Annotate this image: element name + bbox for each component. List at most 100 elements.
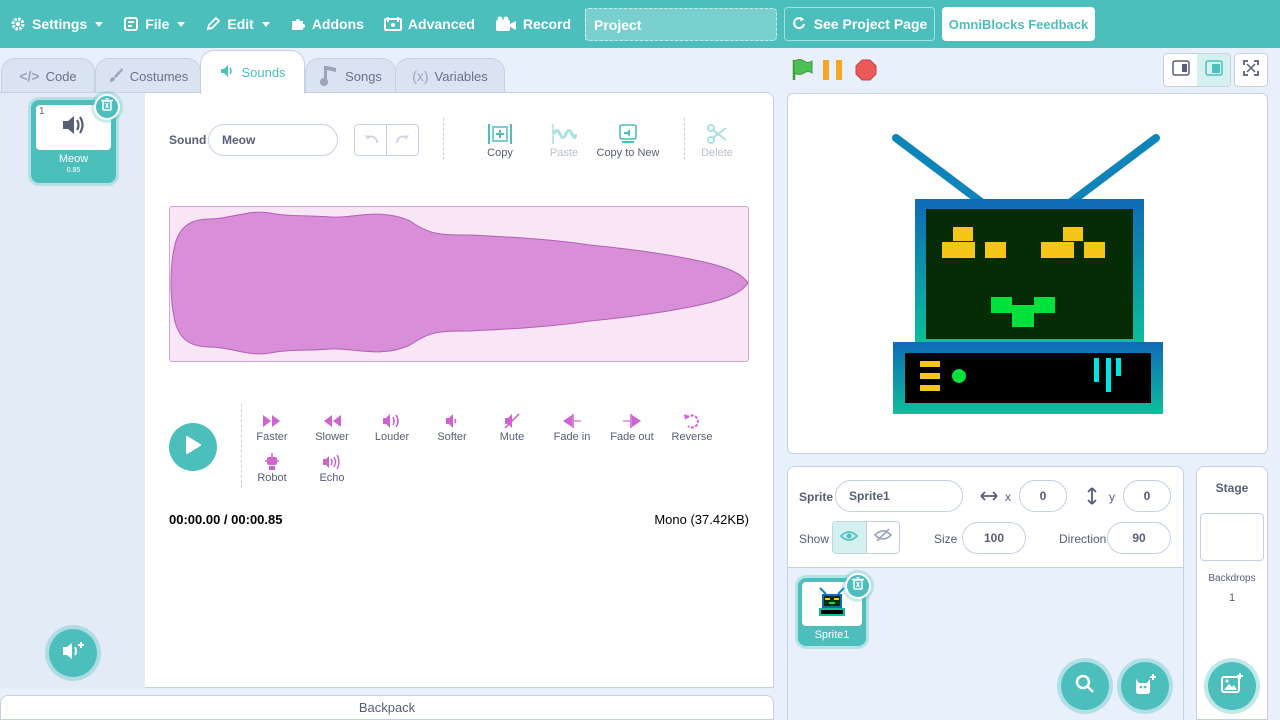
fade-in-label: Fade in xyxy=(553,431,591,443)
louder-icon xyxy=(382,411,402,431)
delete-sprite-button[interactable] xyxy=(845,573,871,599)
softer-label: Softer xyxy=(437,431,467,443)
y-arrow-icon xyxy=(1086,487,1098,510)
tab-variables-label: Variables xyxy=(434,68,488,84)
waveform xyxy=(170,211,749,355)
eye-slash-icon xyxy=(873,528,892,547)
reverse-button[interactable]: Reverse xyxy=(662,411,722,443)
search-sprite-button[interactable] xyxy=(1061,662,1109,710)
eye-icon xyxy=(840,529,859,547)
play-sound-button[interactable] xyxy=(169,423,217,471)
sprite-item-name: Sprite1 xyxy=(814,629,850,641)
tab-sounds[interactable]: Sounds xyxy=(200,50,305,94)
stage-target-title: Stage xyxy=(1215,481,1249,495)
robot-label: Robot xyxy=(257,472,287,484)
see-project-page-label: See Project Page xyxy=(813,16,928,32)
file-label: File xyxy=(145,16,170,32)
louder-button[interactable]: Louder xyxy=(362,411,422,443)
addons-menu[interactable]: Addons xyxy=(280,0,374,48)
tab-songs[interactable]: Songs xyxy=(305,58,396,93)
stop-button[interactable] xyxy=(855,59,877,86)
advanced-menu[interactable]: Advanced xyxy=(374,0,485,48)
play-icon xyxy=(184,435,202,460)
advanced-icon xyxy=(383,16,402,32)
waveform-display[interactable] xyxy=(169,206,749,362)
mute-label: Mute xyxy=(499,431,525,443)
tab-songs-label: Songs xyxy=(345,68,382,84)
large-stage-button[interactable] xyxy=(1197,54,1230,86)
fade-in-button[interactable]: Fade in xyxy=(542,411,602,443)
softer-icon xyxy=(444,411,460,431)
speaker-icon xyxy=(219,63,235,82)
sound-name-label: Sound xyxy=(169,133,207,147)
y-input[interactable]: 0 xyxy=(1123,480,1171,512)
delete-button[interactable]: Delete xyxy=(699,121,735,159)
add-backdrop-button[interactable] xyxy=(1208,662,1256,710)
robot-icon xyxy=(264,452,280,472)
small-stage-icon xyxy=(1171,59,1190,81)
x-input[interactable]: 0 xyxy=(1019,480,1067,512)
robot-button[interactable]: Robot xyxy=(242,452,302,484)
slower-label: Slower xyxy=(315,431,349,443)
file-menu[interactable]: File xyxy=(113,0,195,48)
tab-code[interactable]: </> Code xyxy=(1,58,95,93)
settings-label: Settings xyxy=(32,16,88,32)
stage-thumbnail[interactable] xyxy=(1200,513,1264,561)
chevron-down-icon xyxy=(261,21,270,27)
delete-label: Delete xyxy=(701,147,733,159)
small-stage-button[interactable] xyxy=(1164,54,1197,86)
slower-button[interactable]: Slower xyxy=(302,411,362,443)
paste-button[interactable]: Paste xyxy=(546,121,582,159)
direction-input[interactable]: 90 xyxy=(1107,522,1171,554)
softer-button[interactable]: Softer xyxy=(422,411,482,443)
faster-label: Faster xyxy=(256,431,288,443)
fullscreen-button[interactable] xyxy=(1234,53,1268,87)
backpack-bar[interactable]: Backpack xyxy=(0,695,774,720)
reverse-icon xyxy=(683,411,701,431)
redo-button[interactable] xyxy=(386,125,418,155)
sprite-name-input[interactable]: Sprite1 xyxy=(835,480,963,512)
show-visible-button[interactable] xyxy=(833,522,866,553)
audio-format: Mono (37.42KB) xyxy=(654,512,749,527)
tab-costumes[interactable]: Costumes xyxy=(95,58,201,93)
add-sound-button[interactable] xyxy=(49,629,97,677)
pause-button[interactable] xyxy=(823,60,845,85)
green-flag-button[interactable] xyxy=(791,58,813,87)
edit-menu[interactable]: Edit xyxy=(195,0,279,48)
tab-variables[interactable]: (x) Variables xyxy=(395,58,505,93)
show-hidden-button[interactable] xyxy=(865,522,900,553)
copy-to-new-icon xyxy=(617,121,639,147)
camera-icon xyxy=(495,16,517,32)
echo-button[interactable]: Echo xyxy=(302,452,362,484)
backdrops-label: Backdrops xyxy=(1208,573,1256,584)
undo-button[interactable] xyxy=(355,125,386,155)
add-sprite-button[interactable] xyxy=(1121,662,1169,710)
undo-redo-group xyxy=(354,124,419,156)
cat-add-icon xyxy=(1133,673,1157,700)
settings-menu[interactable]: Settings xyxy=(0,0,113,48)
playback-time: 00:00.00 / 00:00.85 xyxy=(169,512,283,527)
see-project-page-button[interactable]: See Project Page xyxy=(784,7,935,41)
size-input[interactable]: 100 xyxy=(962,522,1026,554)
copy-button[interactable]: Copy xyxy=(482,121,518,159)
reverse-label: Reverse xyxy=(671,431,713,443)
delete-sound-button[interactable] xyxy=(94,94,120,120)
direction-label: Direction xyxy=(1059,532,1107,546)
large-stage-icon xyxy=(1204,59,1223,81)
stage-canvas[interactable] xyxy=(787,93,1268,454)
project-title-input[interactable]: Project xyxy=(585,8,777,41)
search-icon xyxy=(1075,674,1095,699)
x-arrow-icon xyxy=(980,489,998,507)
fade-out-button[interactable]: Fade out xyxy=(602,411,662,443)
size-label: Size xyxy=(934,532,958,546)
faster-button[interactable]: Faster xyxy=(242,411,302,443)
sound-name-input[interactable]: Meow xyxy=(208,124,338,156)
mute-button[interactable]: Mute xyxy=(482,411,542,443)
feedback-button[interactable]: OmniBlocks Feedback xyxy=(942,7,1095,41)
copy-to-new-button[interactable]: Copy to New xyxy=(596,121,660,159)
record-menu[interactable]: Record xyxy=(485,0,581,48)
backdrops-count: 1 xyxy=(1228,592,1236,604)
speaker-icon xyxy=(61,114,87,141)
chevron-down-icon xyxy=(177,21,186,27)
tab-costumes-label: Costumes xyxy=(129,68,189,84)
